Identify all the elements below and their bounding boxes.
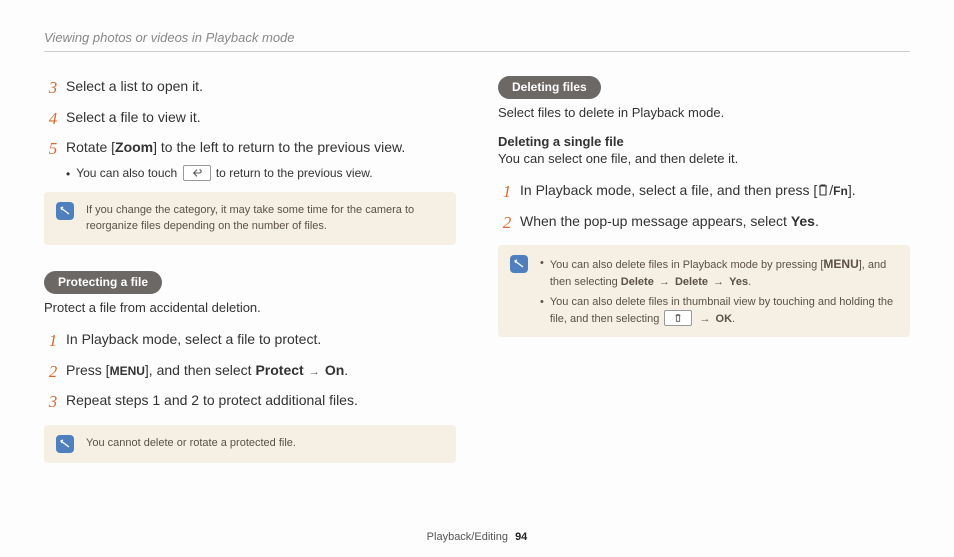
section-pill-protecting: Protecting a file xyxy=(44,271,162,294)
delete-step-2: 2 When the pop-up message appears, selec… xyxy=(498,211,910,236)
note-item: • You can also delete files in thumbnail… xyxy=(540,294,898,327)
text: . xyxy=(344,362,348,378)
step-text: Repeat steps 1 and 2 to protect addition… xyxy=(62,390,358,410)
menu-key-label: MENU xyxy=(110,364,145,378)
text: You can also delete files in Playback mo… xyxy=(550,259,824,271)
text: ] to the left to return to the previous … xyxy=(153,139,405,155)
delete-label: Delete xyxy=(621,276,654,288)
footer-page-number: 94 xyxy=(515,531,527,543)
step-number: 1 xyxy=(498,180,516,205)
arrow-icon: → xyxy=(654,276,675,288)
section-intro: Protect a file from accidental deletion. xyxy=(44,300,456,315)
zoom-label: Zoom xyxy=(115,139,153,155)
sub-text: You can also touch to return to the prev… xyxy=(76,166,372,182)
note-text: If you change the category, it may take … xyxy=(86,202,444,235)
delete-step-1: 1 In Playback mode, select a file, and t… xyxy=(498,180,910,205)
note-text: You cannot delete or rotate a protected … xyxy=(86,435,296,453)
bullet: • xyxy=(66,167,70,181)
text: . xyxy=(732,313,735,325)
step-text: In Playback mode, select a file, and the… xyxy=(516,180,856,200)
trash-key-icon xyxy=(664,310,692,326)
note-icon xyxy=(510,255,528,273)
step-3: 3 Select a list to open it. xyxy=(44,76,456,101)
breadcrumb: Viewing photos or videos in Playback mod… xyxy=(44,30,910,52)
note-reorganize: If you change the category, it may take … xyxy=(44,192,456,245)
protect-step-1: 1 In Playback mode, select a file to pro… xyxy=(44,329,456,354)
text: When the pop-up message appears, select xyxy=(520,213,791,229)
step-number: 5 xyxy=(44,137,62,162)
footer-section: Playback/Editing xyxy=(427,531,508,543)
step-number: 1 xyxy=(44,329,62,354)
protect-label: Protect xyxy=(255,362,303,378)
step-text: Select a list to open it. xyxy=(62,76,203,96)
note-icon xyxy=(56,202,74,220)
text: Rotate [ xyxy=(66,139,115,155)
step-number: 2 xyxy=(44,360,62,385)
arrow-icon: → xyxy=(304,366,325,378)
arrow-icon: → xyxy=(694,313,715,325)
protect-step-2: 2 Press [MENU], and then select Protect … xyxy=(44,360,456,385)
on-label: On xyxy=(325,362,344,378)
yes-label: Yes xyxy=(791,213,815,229)
section-pill-deleting: Deleting files xyxy=(498,76,601,99)
text: Press [ xyxy=(66,362,110,378)
note-protected: You cannot delete or rotate a protected … xyxy=(44,425,456,463)
note-text: You can also delete files in Playback mo… xyxy=(550,255,898,290)
right-column: Deleting files Select files to delete in… xyxy=(498,76,910,463)
note-item: • You can also delete files in Playback … xyxy=(540,255,898,290)
sub-intro: You can select one file, and then delete… xyxy=(498,151,910,166)
text: . xyxy=(815,213,819,229)
step-number: 3 xyxy=(44,390,62,415)
protect-step-3: 3 Repeat steps 1 and 2 to protect additi… xyxy=(44,390,456,415)
text: ], and then select xyxy=(145,362,256,378)
step-5: 5 Rotate [Zoom] to the left to return to… xyxy=(44,137,456,162)
step-number: 2 xyxy=(498,211,516,236)
arrow-icon: → xyxy=(708,276,729,288)
text: . xyxy=(748,276,751,288)
step-text: In Playback mode, select a file to prote… xyxy=(62,329,321,349)
step-text: When the pop-up message appears, select … xyxy=(516,211,819,231)
note-text: You can also delete files in thumbnail v… xyxy=(550,294,898,327)
note-icon xyxy=(56,435,74,453)
back-key-icon xyxy=(183,165,211,181)
text: In Playback mode, select a file, and the… xyxy=(520,182,817,198)
step-text: Rotate [Zoom] to the left to return to t… xyxy=(62,137,405,157)
trash-icon xyxy=(817,183,829,197)
step-number: 4 xyxy=(44,107,62,132)
step-5-sub: • You can also touch to return to the pr… xyxy=(44,166,456,182)
text: ]. xyxy=(848,182,856,198)
step-number: 3 xyxy=(44,76,62,101)
section-intro: Select files to delete in Playback mode. xyxy=(498,105,910,120)
text: You can also touch xyxy=(76,166,180,180)
page-footer: Playback/Editing 94 xyxy=(0,531,954,543)
bullet: • xyxy=(540,255,544,272)
fn-key-label: Fn xyxy=(833,184,848,198)
text: to return to the previous view. xyxy=(213,166,373,180)
left-column: 3 Select a list to open it. 4 Select a f… xyxy=(44,76,456,463)
note-delete-alt: • You can also delete files in Playback … xyxy=(498,245,910,337)
step-4: 4 Select a file to view it. xyxy=(44,107,456,132)
delete-label: Delete xyxy=(675,276,708,288)
ok-label: OK xyxy=(716,313,733,325)
step-text: Select a file to view it. xyxy=(62,107,201,127)
sub-heading: Deleting a single file xyxy=(498,134,910,149)
yes-label: Yes xyxy=(729,276,748,288)
bullet: • xyxy=(540,294,544,311)
menu-key-label: MENU xyxy=(823,257,858,271)
step-text: Press [MENU], and then select Protect → … xyxy=(62,360,348,381)
